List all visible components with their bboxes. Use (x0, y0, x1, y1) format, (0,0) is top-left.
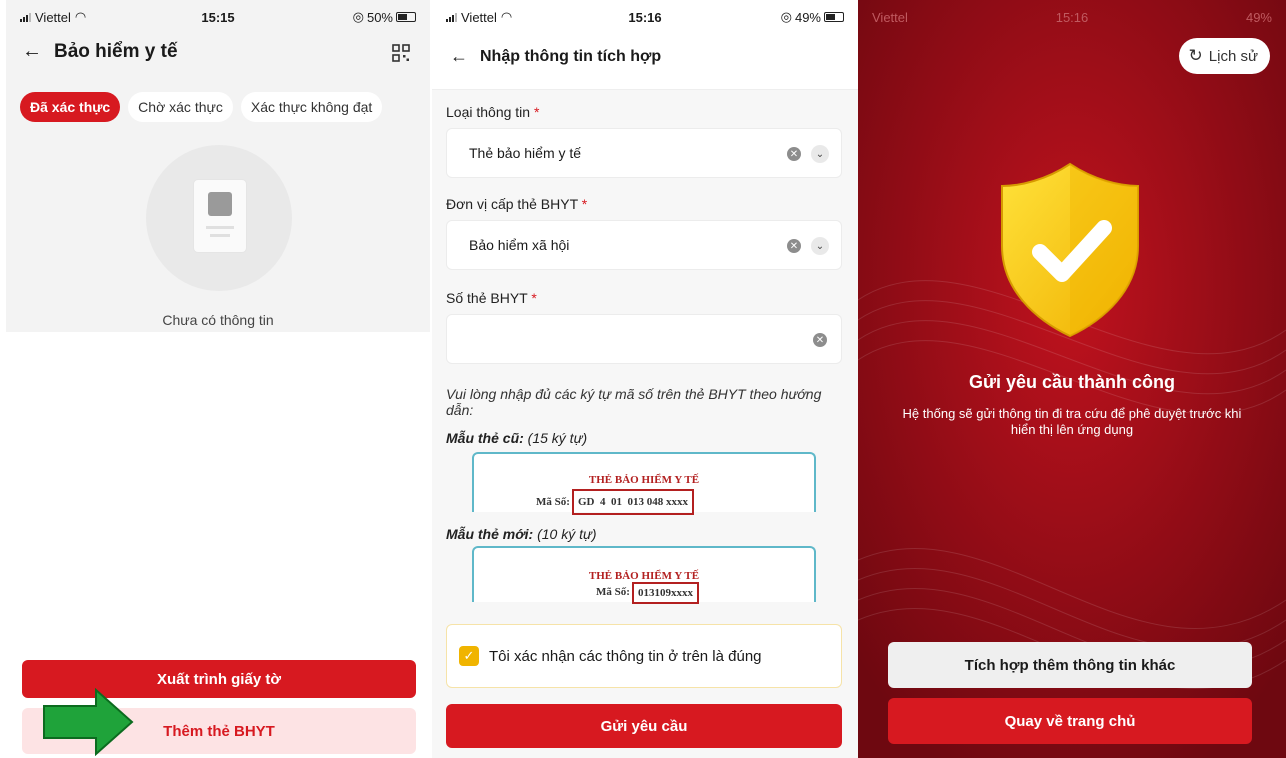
confirm-checkbox-row[interactable]: ✓ Tôi xác nhận các thông tin ở trên là đ… (446, 624, 842, 688)
chevron-down-icon[interactable]: ⌄ (811, 145, 829, 163)
page-header: ← Nhập thông tin tích hợp (450, 46, 661, 67)
battery-level: 50% (366, 9, 393, 25)
history-button[interactable]: ↻ Lịch sử (1178, 38, 1270, 74)
history-icon: ↻ (1188, 46, 1203, 65)
screen-success: Viettel 15:16 49% ↻ Lịch sử Gửi yêu cầu … (858, 0, 1286, 758)
new-code-box: 013109xxxx (632, 582, 699, 604)
success-title: Gửi yêu cầu thành công (968, 372, 1176, 392)
tab-rejected[interactable]: Xác thực không đạt (240, 92, 383, 122)
screen-enter-info: Viettel ◠ 15:16 ◎ 49% ← Nhập thông tin tíc… (432, 0, 858, 758)
battery-level: 49% (794, 9, 821, 25)
status-bar: Viettel ◠ 15:15 ◎ 50% (6, 6, 430, 28)
battery-icon (824, 12, 844, 22)
new-card-sample: THẺ BẢO HIỂM Y TẾ Mã Số: 013109xxxx (472, 546, 816, 604)
card-number-label: Số thẻ BHYT * (446, 290, 537, 306)
battery-icon (396, 12, 416, 22)
clock: 15:16 (1055, 9, 1089, 25)
old-card-sample: THẺ BẢO HIỂM Y TẾ Mã Số: GD 4 01 013 048… (472, 452, 816, 515)
card-number-input[interactable]: ✕ (446, 314, 842, 364)
tab-pending[interactable]: Chờ xác thực (128, 92, 233, 122)
issuer-value: Bảo hiểm xã hội (469, 237, 570, 253)
status-tabs: Đã xác thực Chờ xác thực Xác thực không … (20, 92, 383, 122)
integrate-more-button[interactable]: Tích hợp thêm thông tin khác (888, 642, 1252, 688)
empty-state-text: Chưa có thông tin (162, 312, 274, 328)
old-code-box: GD 4 01 013 048 xxxx (572, 489, 694, 515)
chevron-down-icon[interactable]: ⌄ (811, 237, 829, 255)
tab-verified[interactable]: Đã xác thực (20, 92, 121, 122)
screen-insurance-list: Viettel ◠ 15:15 ◎ 50% ← Bảo hiểm y tế Đã x… (6, 0, 430, 758)
success-description: Hệ thống sẽ gửi thông tin đi tra cứu để … (902, 406, 1242, 437)
success-shield-icon (1001, 162, 1139, 338)
alarm-icon: ◎ (780, 9, 792, 24)
issuer-label: Đơn vị cấp thẻ BHYT * (446, 196, 588, 212)
page-title: Bảo hiểm y tế (54, 40, 178, 62)
checkbox-checked-icon[interactable]: ✓ (459, 646, 479, 666)
issuer-select[interactable]: Bảo hiểm xã hội ✕ ⌄ (446, 220, 842, 270)
clear-icon[interactable]: ✕ (787, 147, 801, 161)
status-bar: Viettel ◠ 15:16 ◎ 49% (432, 6, 858, 28)
page-header: ← Bảo hiểm y tế (22, 40, 178, 63)
old-sample-title: Mẫu thẻ cũ: (15 ký tự) (446, 430, 588, 446)
submit-request-button[interactable]: Gửi yêu cầu (446, 704, 842, 748)
page-title: Nhập thông tin tích hợp (480, 47, 662, 65)
go-home-button[interactable]: Quay về trang chủ (888, 698, 1252, 744)
battery-level: 49% (1245, 9, 1272, 25)
history-label: Lịch sử (1208, 47, 1258, 65)
back-arrow-icon[interactable]: ← (450, 46, 468, 67)
info-type-value: Thẻ bảo hiểm y tế (469, 145, 582, 161)
info-type-label: Loại thông tin * (446, 104, 540, 120)
green-arrow-icon (43, 688, 134, 756)
qr-scan-icon[interactable] (392, 44, 410, 62)
clear-icon[interactable]: ✕ (787, 239, 801, 253)
input-hint: Vui lòng nhập đủ các ký tự mã số trên th… (446, 386, 822, 418)
empty-card-icon (194, 180, 246, 252)
confirm-text: Tôi xác nhận các thông tin ở trên là đún… (489, 647, 762, 665)
clear-icon[interactable]: ✕ (813, 333, 827, 347)
status-bar: Viettel 15:16 49% (858, 6, 1286, 28)
info-type-select[interactable]: Thẻ bảo hiểm y tế ✕ ⌄ (446, 128, 842, 178)
alarm-icon: ◎ (352, 9, 364, 24)
new-sample-title: Mẫu thẻ mới: (10 ký tự) (446, 526, 597, 542)
back-arrow-icon[interactable]: ← (22, 40, 42, 63)
